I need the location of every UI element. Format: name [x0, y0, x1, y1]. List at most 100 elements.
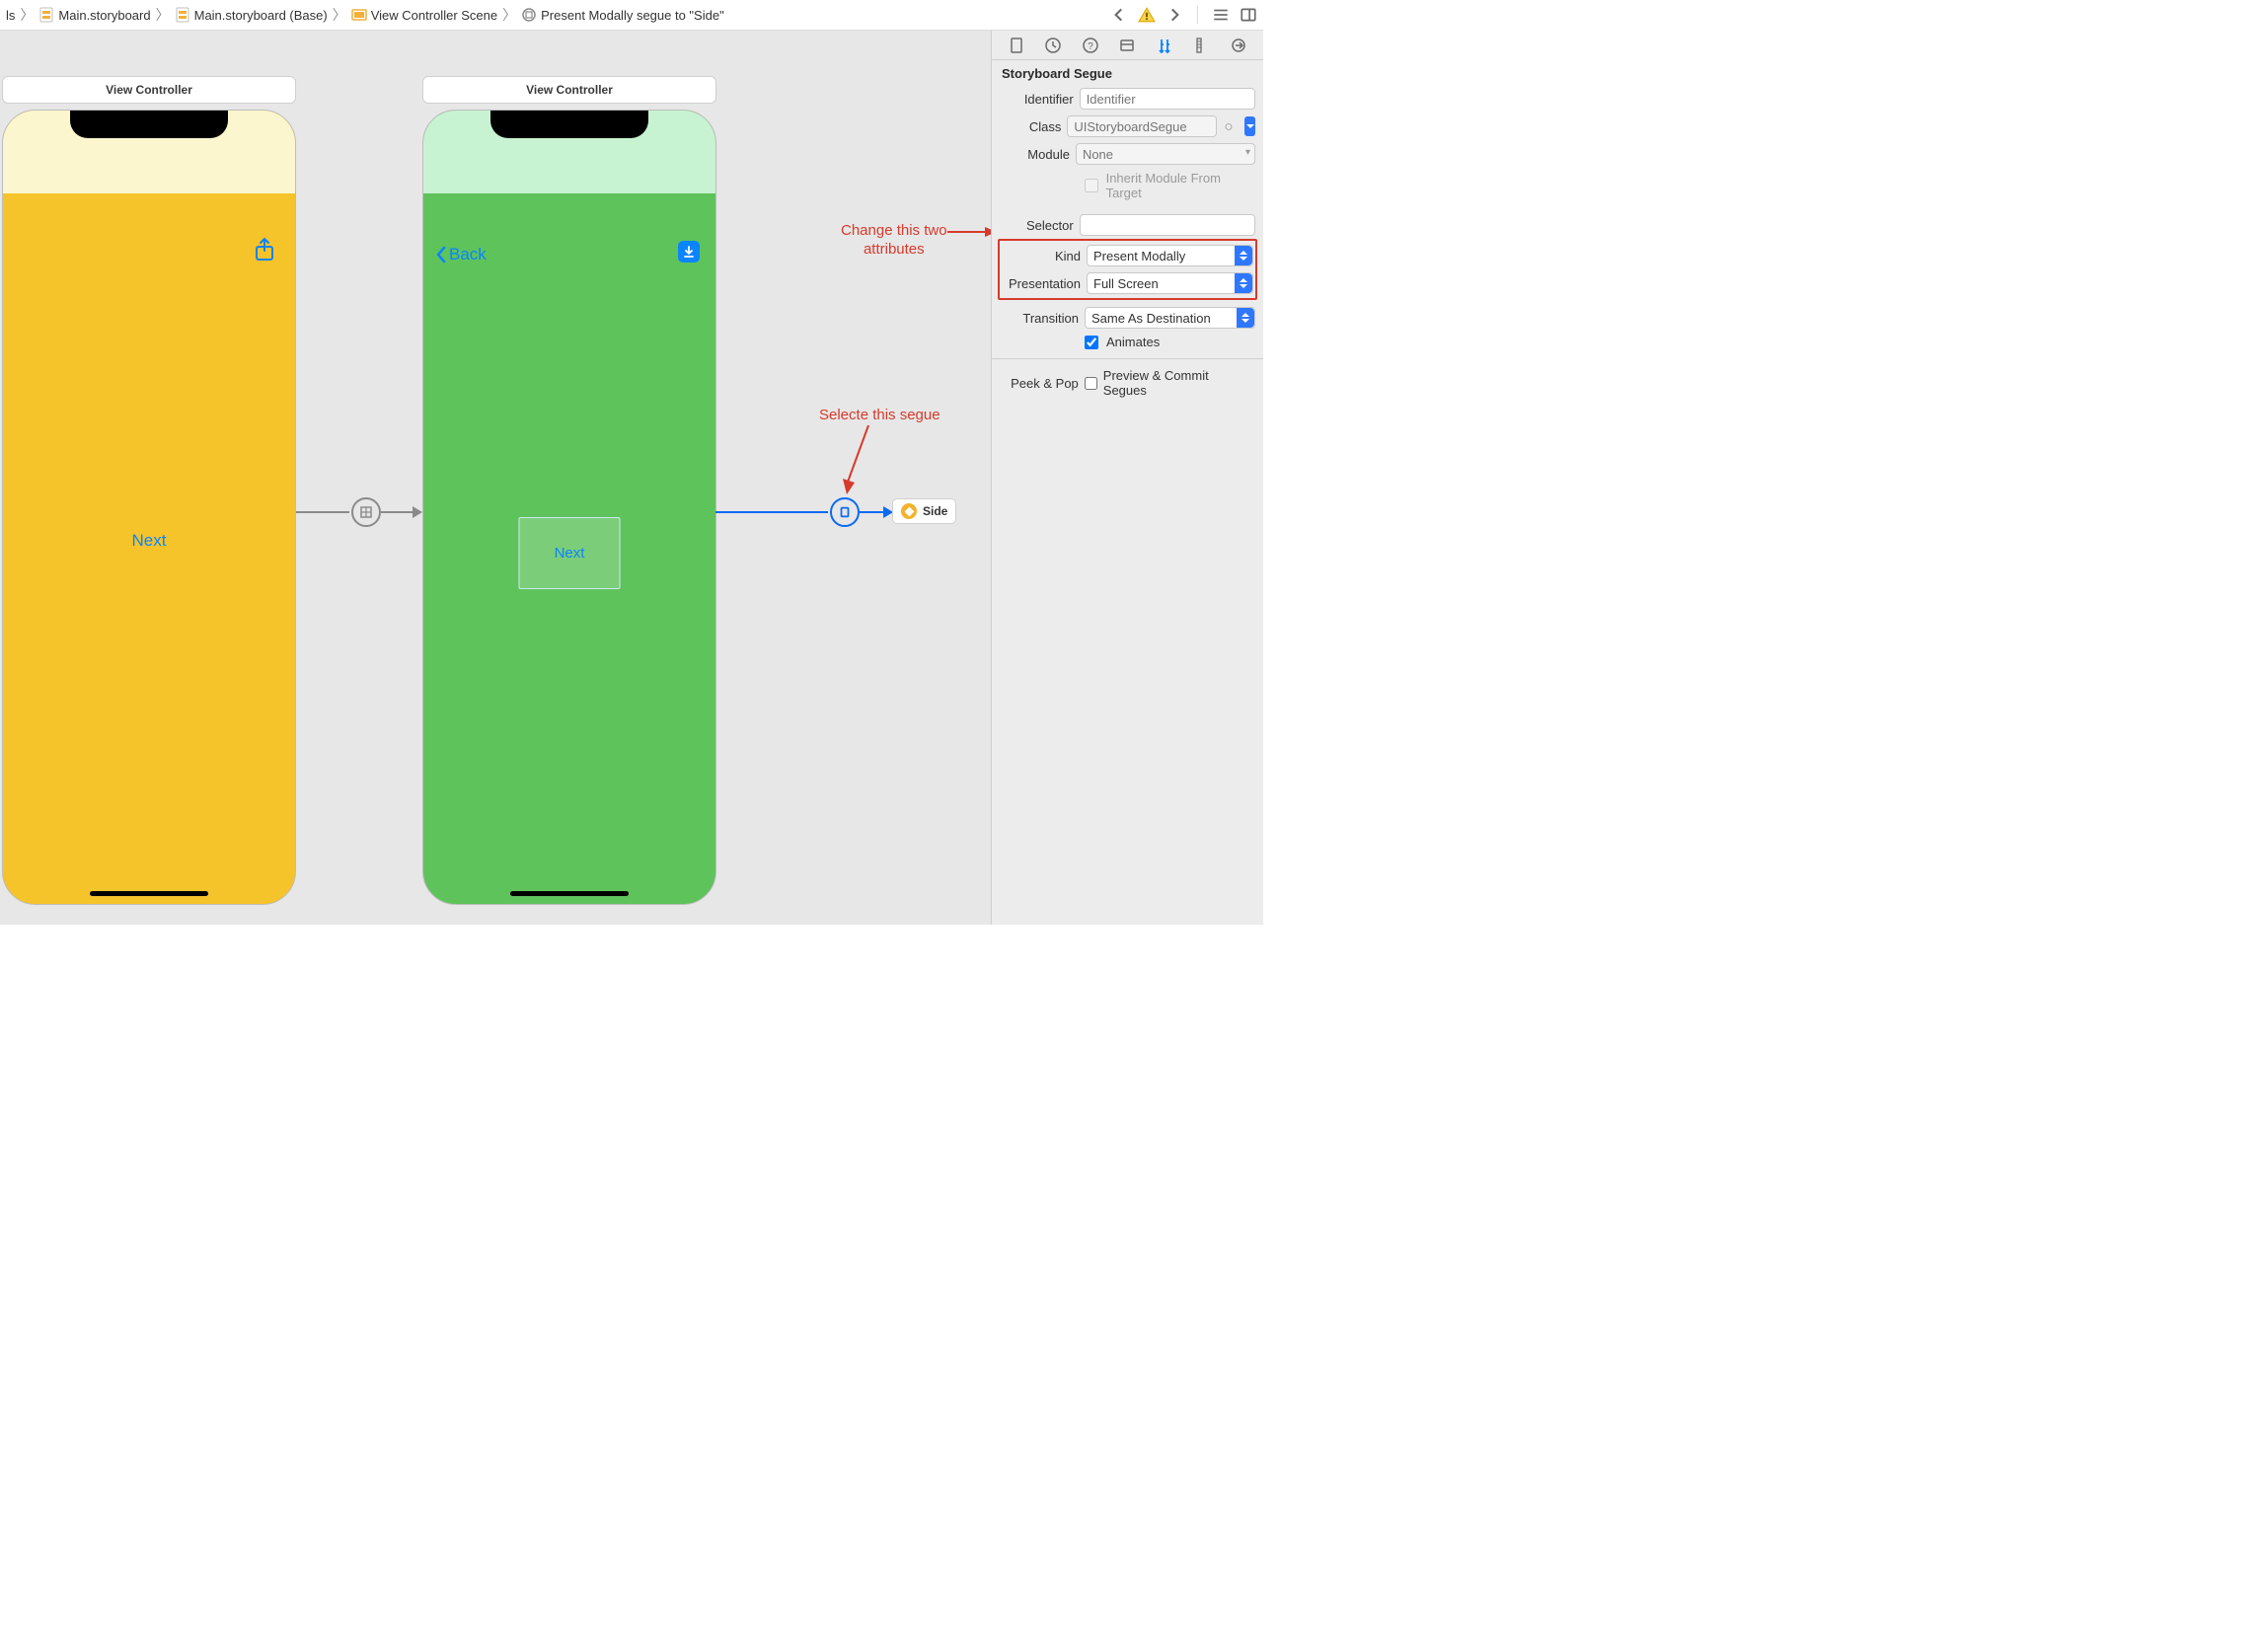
- annotation-attrs-line2: attributes: [864, 241, 925, 258]
- module-row: Module ▾: [992, 140, 1263, 168]
- presentation-row: Presentation Full Screen: [1000, 269, 1255, 297]
- animates-checkbox[interactable]: [1085, 336, 1098, 349]
- scene-icon: [351, 7, 367, 23]
- inherit-module-label: Inherit Module From Target: [1106, 171, 1255, 200]
- presentation-label: Presentation: [1002, 276, 1081, 291]
- transition-label: Transition: [1000, 311, 1079, 326]
- view-controller-1[interactable]: View Controller Next: [2, 76, 296, 905]
- transition-select[interactable]: Same As Destination: [1085, 307, 1255, 329]
- module-label: Module: [1000, 147, 1070, 162]
- crumb-scene[interactable]: View Controller Scene: [351, 7, 497, 23]
- nav-forward-button[interactable]: [1166, 6, 1183, 24]
- class-dropdown-button[interactable]: [1244, 116, 1255, 136]
- vc1-phone-frame: Next: [2, 110, 296, 905]
- select-stepper-icon: [1235, 273, 1252, 293]
- inspector-section-title: Storyboard Segue: [992, 60, 1263, 85]
- side-vc-chip[interactable]: Side: [892, 498, 956, 524]
- side-chip-label: Side: [923, 504, 947, 518]
- annotation-segue-text: Selecte this segue: [819, 407, 940, 425]
- crumb-separator: 〉: [19, 5, 35, 25]
- identifier-field[interactable]: [1080, 88, 1255, 110]
- back-button[interactable]: Back: [435, 245, 487, 264]
- annotation-attrs-line1: Change this two: [841, 222, 947, 239]
- selector-label: Selector: [1000, 218, 1074, 233]
- help-inspector-tab[interactable]: ?: [1079, 34, 1102, 57]
- warnings-button[interactable]: [1138, 6, 1156, 24]
- peekpop-checkbox[interactable]: [1085, 377, 1097, 390]
- peekpop-row: Peek & Pop Preview & Commit Segues: [992, 365, 1263, 401]
- selector-field[interactable]: [1080, 214, 1255, 236]
- share-icon[interactable]: [254, 237, 275, 265]
- presentation-value: Full Screen: [1093, 276, 1159, 291]
- class-field[interactable]: [1067, 115, 1216, 137]
- module-field[interactable]: ▾: [1076, 143, 1255, 165]
- storyboard-file-icon: [38, 7, 54, 23]
- module-input[interactable]: [1083, 147, 1237, 162]
- adjust-editor-layout-button[interactable]: [1240, 6, 1257, 24]
- kind-value: Present Modally: [1093, 249, 1185, 263]
- kind-label: Kind: [1002, 249, 1081, 263]
- storyboard-canvas[interactable]: View Controller Next: [0, 31, 991, 925]
- vc2-phone-frame: Back Next: [422, 110, 716, 905]
- segue-vc1-to-vc2[interactable]: [296, 502, 422, 522]
- topbar-right-controls: [1100, 6, 1257, 24]
- crumb-separator: 〉: [501, 5, 517, 25]
- crumb-label: View Controller Scene: [371, 8, 497, 23]
- topbar-divider: [1197, 6, 1198, 24]
- class-input[interactable]: [1074, 119, 1209, 134]
- document-outline-toggle[interactable]: [1212, 6, 1230, 24]
- crumb-separator: 〉: [155, 5, 171, 25]
- container-view[interactable]: Next: [519, 517, 621, 589]
- vc2-titlebar[interactable]: View Controller: [422, 76, 716, 104]
- inspector-tabs: ?: [992, 31, 1263, 60]
- back-label: Back: [449, 245, 487, 264]
- identifier-label: Identifier: [1000, 92, 1074, 107]
- crumb-segue[interactable]: Present Modally segue to "Side": [521, 7, 724, 23]
- vc1-next-button[interactable]: Next: [3, 531, 295, 551]
- identity-inspector-tab[interactable]: [1115, 34, 1139, 57]
- inherit-module-row: Inherit Module From Target: [992, 168, 1263, 203]
- segue-node-icon: [351, 497, 381, 527]
- phone-notch: [490, 111, 648, 138]
- file-inspector-tab[interactable]: [1005, 34, 1028, 57]
- storyboard-file-icon: [175, 7, 190, 23]
- kind-select[interactable]: Present Modally: [1087, 245, 1253, 266]
- transition-row: Transition Same As Destination: [992, 304, 1263, 332]
- annotation-segue-arrow: [839, 425, 878, 504]
- attributes-inspector-tab[interactable]: [1153, 34, 1176, 57]
- crumb-label: Main.storyboard: [58, 8, 150, 23]
- size-inspector-tab[interactable]: [1190, 34, 1214, 57]
- vc1-titlebar[interactable]: View Controller: [2, 76, 296, 104]
- annotation-attrs-text: Change this two attributes: [841, 222, 947, 260]
- crumb-main-storyboard-base[interactable]: Main.storyboard (Base): [175, 7, 328, 23]
- vc1-next-label: Next: [132, 531, 167, 550]
- class-label: Class: [1000, 119, 1061, 134]
- nav-back-button[interactable]: [1110, 6, 1128, 24]
- inherit-module-checkbox[interactable]: [1085, 179, 1098, 192]
- breadcrumbs: ls 〉 Main.storyboard 〉 Main.storyboard (…: [6, 5, 1100, 25]
- identifier-input[interactable]: [1087, 92, 1248, 107]
- segue-icon: [521, 7, 537, 23]
- history-inspector-tab[interactable]: [1041, 34, 1065, 57]
- vc2-title-label: View Controller: [526, 83, 613, 97]
- presentation-select[interactable]: Full Screen: [1087, 272, 1253, 294]
- connections-inspector-tab[interactable]: [1227, 34, 1250, 57]
- vc-reference-icon: [901, 503, 917, 519]
- peekpop-value-label: Preview & Commit Segues: [1103, 368, 1255, 398]
- view-controller-2[interactable]: View Controller Back Next: [422, 76, 716, 905]
- vc1-title-label: View Controller: [106, 83, 192, 97]
- crumb-stub-label: ls: [6, 8, 15, 23]
- editor-breadcrumb-bar: ls 〉 Main.storyboard 〉 Main.storyboard (…: [0, 0, 1263, 31]
- annotation-attrs-arrow: [947, 226, 991, 238]
- class-add-button[interactable]: ○: [1223, 118, 1235, 134]
- annotation-segue-label: Selecte this segue: [819, 407, 940, 423]
- crumb-label: Main.storyboard (Base): [194, 8, 328, 23]
- crumb-stub[interactable]: ls: [6, 8, 15, 23]
- selector-input[interactable]: [1087, 218, 1248, 233]
- download-icon[interactable]: [678, 241, 700, 263]
- container-view-label: Next: [555, 545, 585, 562]
- crumb-separator: 〉: [332, 5, 347, 25]
- crumb-main-storyboard[interactable]: Main.storyboard: [38, 7, 150, 23]
- segue-vc2-to-side[interactable]: [715, 502, 893, 522]
- home-indicator: [510, 891, 629, 896]
